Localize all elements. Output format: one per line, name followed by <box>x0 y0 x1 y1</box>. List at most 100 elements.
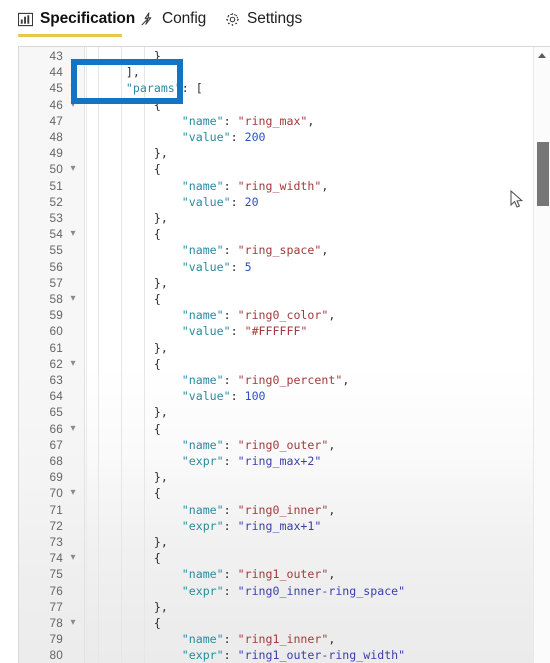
scroll-up-arrow-icon[interactable] <box>534 47 550 63</box>
code-text: "value": 5 <box>98 259 252 274</box>
code-text: }, <box>98 275 168 290</box>
line-number: 54 <box>49 227 63 242</box>
code-line[interactable]: 63 "name": "ring0_percent", <box>19 372 550 388</box>
fold-toggle-icon[interactable]: ▾ <box>69 356 77 372</box>
code-line[interactable]: 47 "name": "ring_max", <box>19 113 550 129</box>
code-line[interactable]: 77 }, <box>19 599 550 615</box>
code-line[interactable]: 78 ▾ { <box>19 615 550 631</box>
tab-config[interactable]: Config <box>140 6 206 32</box>
code-line[interactable]: 73 }, <box>19 534 550 550</box>
code-text: "params": [ <box>98 81 203 96</box>
code-line[interactable]: 58 ▾ { <box>19 291 550 307</box>
tab-specification[interactable]: Specification <box>17 6 135 32</box>
code-line[interactable]: 72 "expr": "ring_max+1" <box>19 518 550 534</box>
code-line[interactable]: 50 ▾ { <box>19 161 550 177</box>
line-number: 52 <box>49 194 63 209</box>
line-number: 43 <box>49 49 63 63</box>
line-number: 44 <box>49 65 63 80</box>
bar-chart-icon <box>17 12 34 27</box>
fold-toggle-icon[interactable]: ▾ <box>69 615 77 631</box>
code-text: "name": "ring0_outer", <box>98 437 336 452</box>
code-text: { <box>98 616 161 630</box>
code-line[interactable]: 79 "name": "ring1_inner", <box>19 631 550 647</box>
line-number: 50 <box>49 162 63 177</box>
code-line[interactable]: 65 }, <box>19 404 550 420</box>
code-editor[interactable]: 43 } 44 ], 45 ▾ "params": [ 46 ▾ {47 "name": … <box>18 46 550 663</box>
code-text: { <box>98 486 161 501</box>
code-line[interactable]: 61 }, <box>19 340 550 356</box>
code-text: "value": 200 <box>98 130 266 144</box>
code-text: }, <box>98 535 168 549</box>
code-line[interactable]: 64 "value": 100 <box>19 388 550 404</box>
code-lines[interactable]: 43 } 44 ], 45 ▾ "params": [ 46 ▾ {47 "name": … <box>19 47 550 663</box>
code-line[interactable]: 60 "value": "#FFFFFF" <box>19 323 550 339</box>
code-line[interactable]: 57 }, <box>19 275 550 291</box>
code-line[interactable]: 62 ▾ { <box>19 356 550 372</box>
code-line[interactable]: 69 }, <box>19 469 550 485</box>
code-line[interactable]: 53 }, <box>19 210 550 226</box>
code-text: { <box>98 356 161 371</box>
code-line[interactable]: 43 } <box>19 48 550 64</box>
code-line[interactable]: 44 ], <box>19 64 550 80</box>
line-number: 45 <box>49 81 63 96</box>
code-text: "value": "#FFFFFF" <box>98 324 308 339</box>
code-line[interactable]: 71 "name": "ring0_inner", <box>19 502 550 518</box>
fold-toggle-icon[interactable]: ▾ <box>69 80 77 96</box>
line-number: 79 <box>49 632 63 647</box>
line-number: 58 <box>49 292 63 306</box>
code-line[interactable]: 46 ▾ { <box>19 97 550 113</box>
line-number: 48 <box>49 130 63 144</box>
code-line[interactable]: 48 "value": 200 <box>19 129 550 145</box>
code-line[interactable]: 51 "name": "ring_width", <box>19 178 550 194</box>
code-line[interactable]: 66 ▾ { <box>19 421 550 437</box>
fold-toggle-icon[interactable]: ▾ <box>69 226 77 242</box>
tab-settings-label: Settings <box>247 10 303 27</box>
line-number: 65 <box>49 405 63 420</box>
fold-toggle-icon[interactable]: ▾ <box>69 550 77 566</box>
code-line[interactable]: 68 "expr": "ring_max+2" <box>19 453 550 469</box>
code-line[interactable]: 56 "value": 5 <box>19 259 550 275</box>
code-text: "expr": "ring_max+1" <box>98 518 322 533</box>
lightning-pen-icon <box>140 11 155 27</box>
fold-toggle-icon[interactable]: ▾ <box>69 485 77 501</box>
code-line[interactable]: 76 "expr": "ring0_inner-ring_space" <box>19 583 550 599</box>
gear-icon <box>225 12 240 27</box>
fold-toggle-icon[interactable]: ▾ <box>69 97 77 113</box>
code-line[interactable]: 74 ▾ { <box>19 550 550 566</box>
code-text: "name": "ring0_inner", <box>98 502 336 517</box>
fold-toggle-icon[interactable]: ▾ <box>69 421 77 437</box>
fold-toggle-icon[interactable]: ▾ <box>69 161 77 177</box>
code-line[interactable]: 59 "name": "ring0_color", <box>19 307 550 323</box>
code-line[interactable]: 45 ▾ "params": [ <box>19 80 550 96</box>
code-line[interactable]: 52 "value": 20 <box>19 194 550 210</box>
line-number: 70 <box>49 486 63 501</box>
line-number: 46 <box>49 97 63 112</box>
fold-toggle-icon[interactable]: ▾ <box>69 291 77 307</box>
line-number: 80 <box>49 648 63 663</box>
code-text: "expr": "ring0_inner-ring_space" <box>98 583 406 598</box>
code-text: "expr": "ring_max+2" <box>98 454 322 468</box>
code-line[interactable]: 70 ▾ { <box>19 485 550 501</box>
code-text: "name": "ring_space", <box>98 243 329 258</box>
code-line[interactable]: 67 "name": "ring0_outer", <box>19 437 550 453</box>
code-line[interactable]: 75 "name": "ring1_outer", <box>19 566 550 582</box>
line-number: 66 <box>49 421 63 436</box>
line-number: 59 <box>49 308 63 323</box>
code-text: "value": 20 <box>98 194 259 209</box>
code-line[interactable]: 80 "expr": "ring1_outer-ring_width" <box>19 647 550 663</box>
code-text: { <box>98 292 161 306</box>
code-line[interactable]: 55 "name": "ring_space", <box>19 242 550 258</box>
tab-settings[interactable]: Settings <box>225 6 302 32</box>
tab-config-label: Config <box>162 10 207 27</box>
scrollbar-thumb[interactable] <box>537 142 549 206</box>
code-text: { <box>98 97 161 112</box>
code-text: "name": "ring0_color", <box>98 308 336 323</box>
vertical-scrollbar[interactable] <box>533 47 550 663</box>
line-number: 56 <box>49 259 63 274</box>
code-line[interactable]: 54 ▾ { <box>19 226 550 242</box>
line-number: 72 <box>49 518 63 533</box>
code-line[interactable]: 49 }, <box>19 145 550 161</box>
code-text: { <box>98 551 161 566</box>
code-text: "expr": "ring1_outer-ring_width" <box>98 648 406 663</box>
code-text: }, <box>98 599 168 614</box>
